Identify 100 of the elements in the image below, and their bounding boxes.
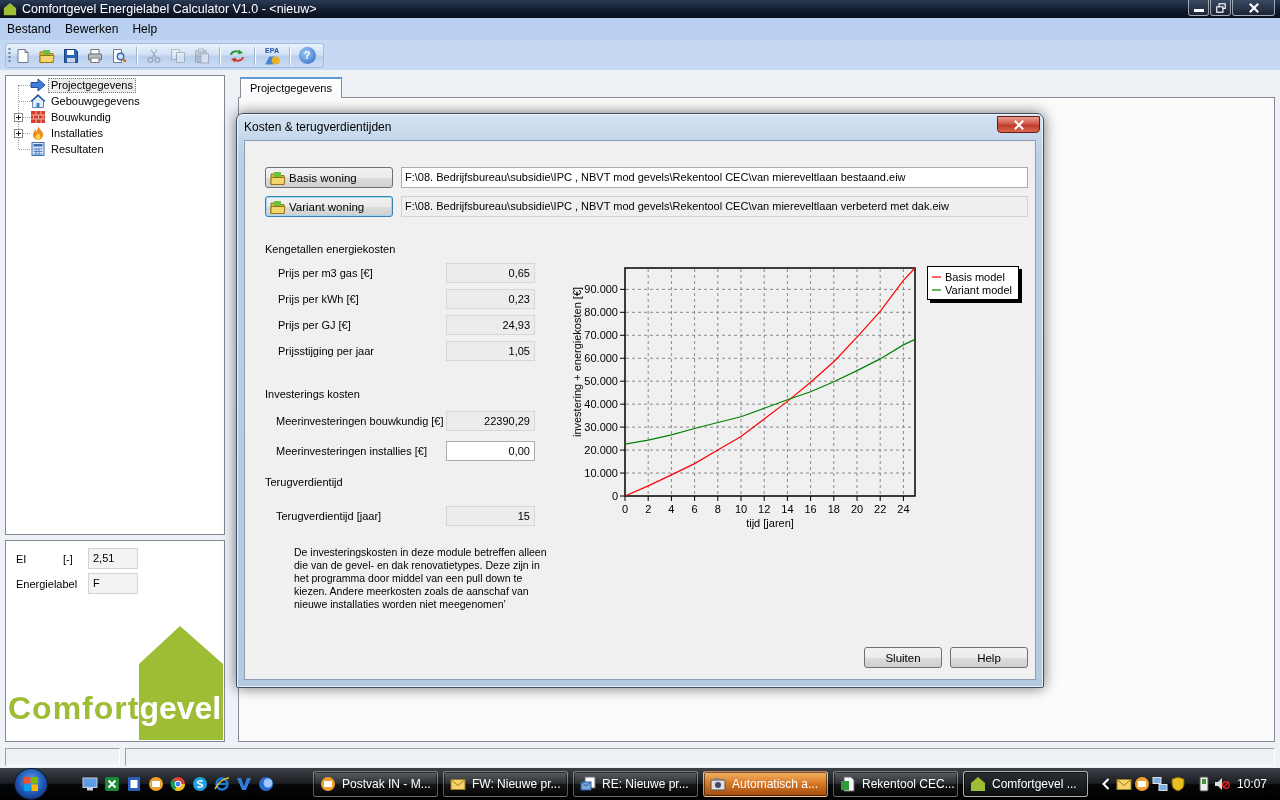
clock[interactable]: 10:07 — [1237, 777, 1268, 791]
restore-button[interactable] — [1210, 0, 1231, 16]
network-icon[interactable] — [1152, 776, 1168, 792]
legend-label: Basis model — [945, 271, 1005, 283]
value-field: 2,51 — [88, 548, 138, 569]
close-button[interactable] — [997, 116, 1040, 133]
house-icon — [3, 2, 17, 16]
path-field[interactable]: F:\08. Bedrijfsbureau\subsidie\IPC , NBVT mod gevels\Rekentool CEC\van miereveltlaan bestaand.eiw — [401, 167, 1028, 188]
tick-label: 22 — [874, 503, 887, 515]
minimize-icon — [1193, 9, 1204, 12]
section-title: Terugverdientijd — [265, 475, 344, 489]
envelope-icon[interactable] — [1116, 776, 1132, 792]
shield-icon[interactable] — [1170, 776, 1186, 792]
tree-item[interactable]: Installaties — [48, 125, 106, 141]
taskbar-button[interactable]: Postvak IN - M... — [313, 771, 438, 797]
logo-text: gevel — [139, 692, 222, 724]
grip-icon[interactable] — [8, 47, 11, 64]
tick-label: 2 — [645, 503, 652, 515]
tree-item[interactable]: Resultaten — [48, 141, 107, 157]
file-button[interactable]: Variant woning — [265, 196, 393, 217]
value-field: F — [88, 573, 138, 594]
tree-item[interactable]: Bouwkundig — [48, 109, 114, 125]
tree-item[interactable]: Projectgegevens — [48, 77, 136, 93]
field-label: Prijs per GJ [€] — [278, 319, 352, 331]
crescent-icon[interactable] — [258, 776, 274, 792]
page-icon[interactable] — [126, 776, 142, 792]
number-field[interactable]: 15 — [446, 506, 535, 526]
tick-label: 50.000 — [584, 375, 618, 388]
legend-line-icon — [931, 289, 942, 291]
tick-label: 14 — [781, 503, 794, 515]
tick-label: 12 — [758, 503, 771, 515]
tick-label: 60.000 — [584, 352, 618, 365]
menu-item[interactable]: Help — [125, 22, 165, 36]
house-icon — [30, 93, 46, 109]
v-shape-icon[interactable] — [236, 776, 252, 792]
envelope-page-icon — [580, 776, 596, 792]
minimize-button[interactable] — [1188, 0, 1209, 16]
menu-item[interactable]: Bewerken — [58, 22, 126, 36]
field-label: Meerinvesteringen bouwkundig [€] — [276, 415, 445, 427]
menu-item[interactable]: Bestand — [0, 22, 59, 36]
tick-label: 10 — [734, 503, 748, 515]
browser-icon[interactable] — [170, 776, 186, 792]
file-button[interactable]: Basis woning — [265, 167, 393, 188]
legend-line-icon — [931, 276, 942, 278]
clipboard-icon — [194, 47, 210, 64]
scissors-icon — [146, 47, 162, 64]
field-label: EI — [16, 552, 28, 565]
tick-label: 8 — [714, 503, 721, 515]
number-field[interactable]: 24,93 — [446, 315, 535, 335]
section-title: Investerings kosten — [265, 387, 361, 401]
tick-label: 10.000 — [584, 467, 618, 480]
tick-label: 40.000 — [584, 398, 618, 411]
tab[interactable]: Projectgegevens — [240, 77, 342, 98]
swap-arrows-icon — [229, 47, 245, 64]
tick-label: 90.000 — [584, 283, 618, 296]
path-field[interactable]: F:\08. Bedrijfsbureau\subsidie\IPC , NBVT mod gevels\Rekentool CEC\van miereveltlaan verbeterd met dak.eiw — [401, 196, 1028, 217]
chat-icon[interactable] — [192, 776, 208, 792]
field-label: Prijsstijging per jaar — [278, 345, 375, 357]
speaker-muted-icon[interactable] — [1214, 776, 1230, 792]
mail-icon — [320, 776, 336, 792]
window-title: Comfortgevel Energielabel Calculator V1.0 - <nieuw> — [22, 2, 317, 16]
expander-icon[interactable] — [14, 113, 23, 122]
taskbar-button[interactable]: FW: Nieuwe pr... — [443, 771, 568, 797]
mail-icon[interactable] — [1134, 776, 1150, 792]
house-icon — [970, 776, 986, 792]
tick-label: 4 — [668, 503, 675, 515]
field-label: Terugverdientijd [jaar] — [276, 510, 383, 522]
close-icon — [1013, 119, 1024, 130]
document-icon — [15, 47, 31, 64]
monitor-icon[interactable] — [82, 776, 98, 792]
axis-title: tijd [jaren] — [746, 517, 794, 529]
tick-label: 70.000 — [584, 329, 618, 342]
number-field[interactable]: 0,00 — [446, 441, 535, 461]
expander-icon[interactable] — [14, 129, 23, 138]
spreadsheet-icon[interactable] — [104, 776, 120, 792]
field-label: Energielabel — [16, 577, 79, 590]
taskbar-button[interactable]: Comfortgevel ... — [963, 771, 1088, 797]
restore-icon — [1215, 2, 1226, 13]
globe-icon[interactable] — [214, 776, 230, 792]
start-button[interactable] — [14, 768, 48, 800]
number-field[interactable]: 0,23 — [446, 289, 535, 309]
dialog-button[interactable]: Help — [950, 647, 1028, 668]
folder-icon — [39, 47, 55, 64]
dialog-button[interactable]: Sluiten — [864, 647, 942, 668]
number-field[interactable]: 1,05 — [446, 341, 535, 361]
number-field[interactable]: 22390,29 — [446, 411, 535, 431]
logo-text: Comfort — [8, 692, 140, 724]
phone-icon[interactable] — [1196, 776, 1212, 792]
taskbar-button[interactable]: Rekentool CEC... — [833, 771, 958, 797]
number-field[interactable]: 0,65 — [446, 263, 535, 283]
mail-icon[interactable] — [148, 776, 164, 792]
section-title: Kengetallen energiekosten — [265, 242, 397, 256]
envelope-icon — [450, 776, 466, 792]
tick-label: 0 — [611, 490, 618, 502]
taskbar-button[interactable]: RE: Nieuwe pr... — [573, 771, 698, 797]
calculator-icon — [30, 141, 46, 157]
tree-item[interactable]: Gebouwgegevens — [48, 93, 143, 109]
arrow-icon — [30, 77, 46, 93]
tick-label: 24 — [897, 503, 910, 515]
axis-title: investering + energiekosten [€] — [571, 286, 583, 438]
